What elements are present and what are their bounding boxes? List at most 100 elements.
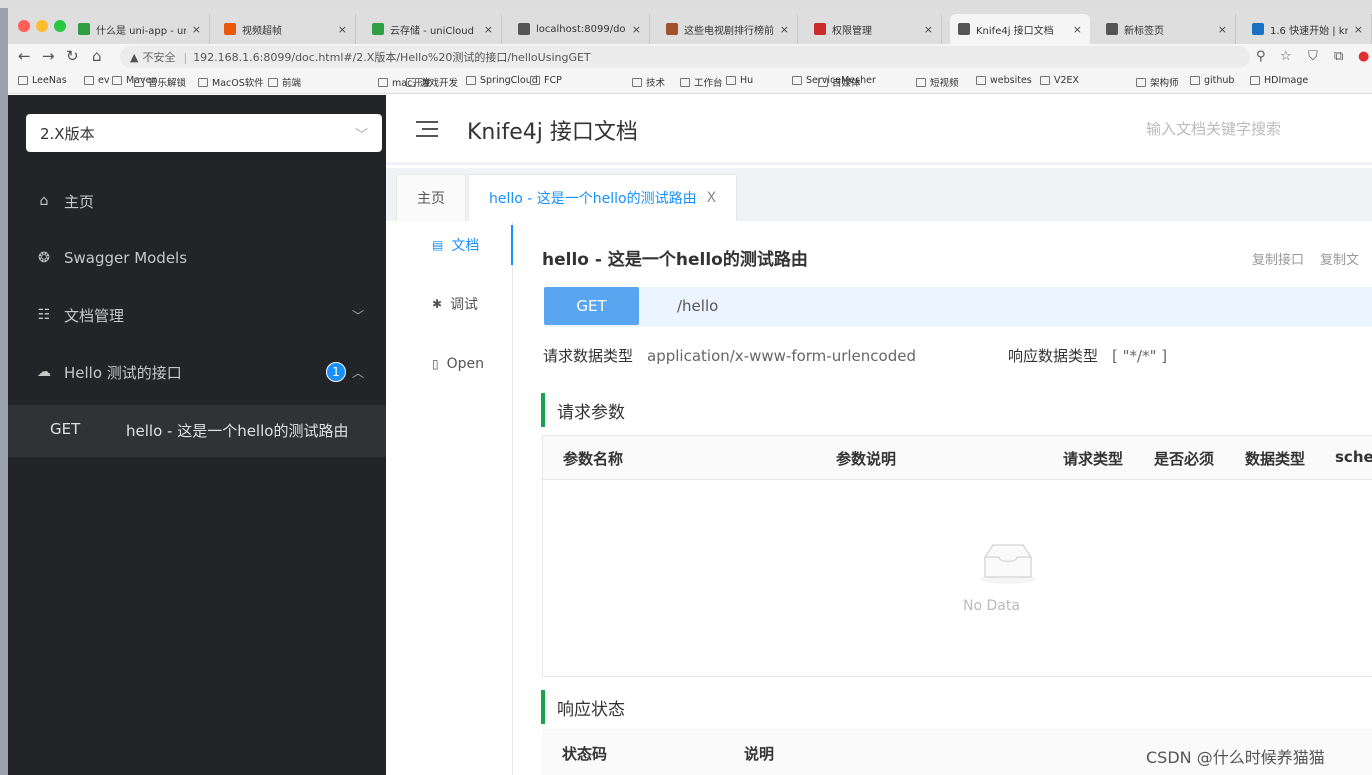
- bookmark-folder-icon: [680, 77, 690, 87]
- bookmark-label: MacOS软件: [212, 78, 264, 89]
- browser-tab[interactable]: 新标签页 ×: [1098, 14, 1236, 44]
- app-title: Knife4j 接口文档: [467, 120, 638, 145]
- browser-tab[interactable]: 视频超帧 ×: [216, 14, 356, 44]
- profile-icon[interactable]: ●: [1358, 49, 1369, 64]
- bookmark-item[interactable]: 前端: [268, 75, 301, 89]
- bookmark-item[interactable]: HDImage: [1250, 75, 1308, 86]
- doc-search-input[interactable]: [1146, 115, 1372, 143]
- bookmark-item[interactable]: 架构师: [1136, 75, 1179, 89]
- tab-close-icon[interactable]: ×: [780, 23, 789, 36]
- bookmark-label: 自媒体: [832, 78, 861, 89]
- bookmark-item[interactable]: 短视频: [916, 75, 959, 89]
- bookmark-label: 游戏开发: [420, 78, 459, 89]
- tab-close-icon[interactable]: X: [707, 190, 717, 206]
- bookmark-item[interactable]: 自媒体: [818, 75, 861, 89]
- bookmark-item[interactable]: MacOS软件: [198, 75, 264, 89]
- open-icon: ▯: [432, 357, 439, 371]
- bookmark-item[interactable]: ev: [84, 75, 109, 86]
- copy-doc-link[interactable]: 复制文: [1320, 253, 1359, 268]
- vtab-debug[interactable]: ✱ 调试: [386, 284, 513, 324]
- browser-tab-strip: 什么是 uni-app - uni-×视频超帧× 云存储 - uniCloud× l…: [8, 8, 1372, 44]
- browser-tab[interactable]: 这些电视剧排行榜前十 ×: [658, 14, 798, 44]
- bookmark-folder-icon: [792, 76, 802, 85]
- resp-type-label: 响应数据类型: [1008, 347, 1099, 365]
- vtab-open[interactable]: ▯ Open: [386, 344, 513, 384]
- favicon-icon: [518, 23, 530, 35]
- bookmark-item[interactable]: LeeNas: [18, 75, 67, 86]
- chevron-down-icon: ﹀: [354, 128, 368, 143]
- bookmark-item[interactable]: 工作台: [680, 75, 723, 89]
- tab-close-icon[interactable]: ×: [632, 23, 641, 36]
- bookmark-label: 架构师: [1150, 78, 1179, 89]
- tab-close-icon[interactable]: ×: [192, 23, 201, 36]
- csdn-watermark: CSDN @什么时候养猫猫: [1146, 748, 1325, 767]
- bookmark-folder-icon: [1190, 76, 1200, 85]
- window-zoom-icon[interactable]: [54, 20, 66, 32]
- col-request-type: 请求类型: [1063, 450, 1124, 468]
- tab-close-icon[interactable]: ×: [1218, 23, 1227, 36]
- tab-close-icon[interactable]: ×: [1073, 23, 1082, 36]
- favicon-icon: [78, 23, 90, 35]
- menu-toggle-icon[interactable]: [416, 119, 438, 139]
- browser-tab[interactable]: localhost:8099/doc. ×: [510, 14, 650, 44]
- sidebar-sub-item-hello[interactable]: GET hello - 这是一个hello的测试路由: [8, 405, 386, 457]
- bookmark-folder-icon: [818, 77, 828, 87]
- detail-vertical-tabs: ▤ 文档 ✱ 调试 ▯ Open: [386, 221, 513, 775]
- tab-close-icon[interactable]: ×: [1354, 23, 1363, 36]
- vtab-doc[interactable]: ▤ 文档: [386, 225, 513, 265]
- window-minimize-icon[interactable]: [36, 20, 48, 32]
- browser-tab-title: localhost:8099/doc.: [536, 23, 626, 35]
- doc-icon: ▤: [432, 238, 444, 252]
- shield-icon[interactable]: ⛉: [1308, 49, 1318, 64]
- browser-tab[interactable]: 权限管理 ×: [806, 14, 942, 44]
- browser-tab[interactable]: 什么是 uni-app - uni- ×: [70, 14, 210, 44]
- url-omnibox[interactable]: ▲ 不安全 | 192.168.1.6:8099/doc.html#/2.X版本…: [120, 46, 1250, 68]
- zoom-icon[interactable]: ⚲: [1256, 49, 1266, 64]
- col-schema: schem: [1335, 448, 1372, 466]
- tab-close-icon[interactable]: ×: [924, 23, 933, 36]
- params-table: 参数名称 参数说明 请求类型 是否必须 数据类型 schem No Data: [542, 435, 1372, 677]
- tab-hello-api[interactable]: hello - 这是一个hello的测试路由 X: [468, 174, 738, 221]
- version-select[interactable]: 2.X版本 ﹀: [26, 114, 382, 152]
- url-separator: |: [183, 50, 188, 64]
- browser-tab[interactable]: 云存储 - uniCloud ×: [364, 14, 502, 44]
- bookmark-item[interactable]: 游戏开发: [406, 75, 458, 89]
- bookmark-item[interactable]: 音乐解锁: [134, 75, 186, 89]
- browser-tab-title: 这些电视剧排行榜前十: [684, 25, 774, 37]
- star-icon[interactable]: ☆: [1280, 49, 1292, 64]
- bookmark-folder-icon: [84, 76, 94, 85]
- bookmark-item[interactable]: V2EX: [1040, 75, 1079, 86]
- browser-tab-title: Knife4j 接口文档: [976, 25, 1054, 37]
- copy-api-link[interactable]: 复制接口: [1252, 253, 1304, 268]
- sidebar-item-models[interactable]: ❂ Swagger Models: [8, 238, 386, 278]
- tab-close-icon[interactable]: ×: [338, 23, 347, 36]
- vtab-label: 调试: [450, 297, 479, 313]
- sidebar-item-cloud[interactable]: ☁ Hello 测试的接口 1 ︿: [8, 352, 386, 392]
- reload-icon[interactable]: ↻: [66, 47, 79, 65]
- bookmark-item[interactable]: FCP: [530, 75, 562, 86]
- sidebar-item-label: 文档管理: [64, 306, 125, 325]
- window-close-icon[interactable]: [18, 20, 30, 32]
- bookmark-label: ev: [98, 75, 110, 86]
- bookmark-item[interactable]: github: [1190, 75, 1234, 86]
- sidebar-item-home[interactable]: ⌂ 主页: [8, 181, 386, 221]
- tab-close-icon[interactable]: ×: [484, 23, 493, 36]
- bookmark-item[interactable]: websites: [976, 75, 1032, 86]
- bookmark-label: HDImage: [1264, 75, 1309, 86]
- home-icon[interactable]: ⌂: [92, 47, 102, 65]
- bookmark-folder-icon: [1040, 76, 1050, 85]
- forward-icon[interactable]: →: [42, 47, 55, 65]
- method-button[interactable]: GET: [544, 287, 639, 325]
- back-icon[interactable]: ←: [18, 47, 31, 65]
- extension-icon[interactable]: ⧉: [1334, 49, 1343, 64]
- models-icon: ❂: [38, 250, 50, 266]
- tab-home[interactable]: 主页: [396, 174, 466, 221]
- browser-tab[interactable]: Knife4j 接口文档 ×: [950, 14, 1090, 44]
- bookmark-folder-icon: [406, 77, 416, 87]
- sidebar-item-doc-manage[interactable]: ☷ 文档管理 ﹀: [8, 295, 386, 335]
- bookmark-item[interactable]: SpringCloud: [466, 75, 538, 86]
- bookmark-item[interactable]: Hu: [726, 75, 753, 86]
- chevron-down-icon: ﹀: [351, 308, 364, 323]
- browser-tab[interactable]: 1.6 快速开始 | knife4j ×: [1244, 14, 1372, 44]
- bookmark-item[interactable]: 技术: [632, 75, 665, 89]
